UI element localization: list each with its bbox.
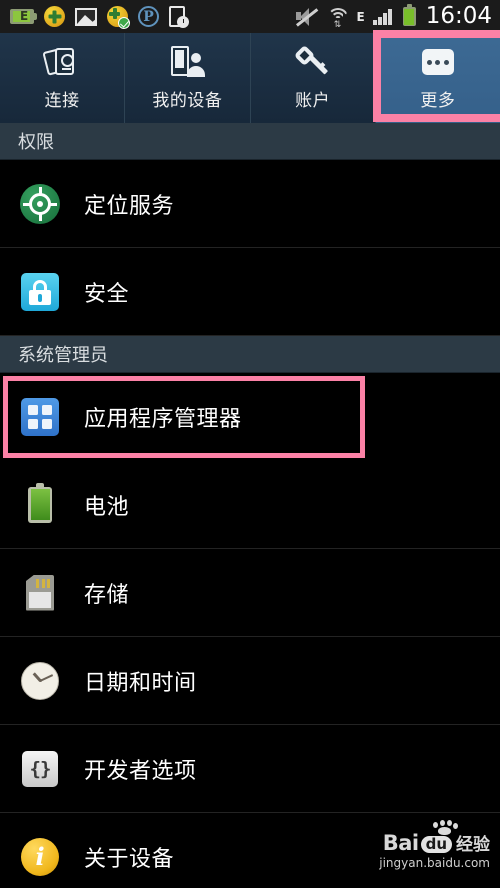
alarm-device-icon: [169, 6, 189, 28]
tab-connections[interactable]: 连接: [0, 33, 126, 123]
tab-connections-label: 连接: [44, 91, 80, 111]
my-device-icon: [169, 45, 206, 79]
list-item-battery[interactable]: 电池: [0, 461, 500, 549]
status-bar-system-icons: ⇅ E 16:04: [295, 3, 492, 29]
pinterest-icon: P: [138, 6, 159, 27]
power-saving-icon: E: [10, 9, 37, 24]
status-bar-notification-icons: E P: [10, 6, 189, 29]
list-item-date-and-time[interactable]: 日期和时间: [0, 637, 500, 725]
network-type-label: E: [356, 9, 365, 24]
battery-icon: [18, 482, 62, 527]
wifi-icon: ⇅: [327, 7, 349, 29]
location-services-icon: [18, 182, 62, 226]
connections-icon: [42, 45, 79, 79]
tab-accounts[interactable]: 账户: [250, 33, 376, 123]
tab-more[interactable]: 更多: [372, 30, 500, 123]
list-item-storage-label: 存储: [84, 582, 130, 608]
list-item-storage[interactable]: 存储: [0, 549, 500, 637]
list-item-about-device-label: 关于设备: [84, 846, 175, 872]
app-installed-icon: [107, 6, 130, 29]
tab-more-label: 更多: [420, 91, 456, 111]
developer-options-braces-icon: {}: [18, 747, 62, 791]
accounts-icon: [293, 44, 330, 79]
about-device-info-icon: i: [18, 835, 62, 879]
list-item-developer-options[interactable]: {} 开发者选项: [0, 725, 500, 813]
storage-sdcard-icon: [18, 571, 62, 615]
list-item-location-services-label: 定位服务: [84, 193, 175, 219]
battery-icon: [402, 4, 416, 26]
mute-icon: [295, 7, 319, 27]
list-item-security-label: 安全: [84, 281, 130, 307]
status-bar: E P ⇅ E 16:04: [0, 0, 500, 33]
tab-accounts-label: 账户: [295, 91, 331, 111]
list-item-location-services[interactable]: 定位服务: [0, 160, 500, 248]
date-time-clock-icon: [18, 659, 62, 703]
list-item-battery-label: 电池: [84, 494, 130, 520]
security-lock-icon: [18, 270, 62, 314]
list-item-application-manager-label: 应用程序管理器: [84, 407, 242, 432]
status-bar-clock: 16:04: [425, 3, 492, 29]
app-update-icon: [44, 6, 65, 27]
section-header-system-manager-label: 系统管理员: [18, 345, 108, 366]
section-header-permissions-label: 权限: [18, 132, 54, 153]
list-item-date-and-time-label: 日期和时间: [84, 670, 197, 696]
section-header-permissions: 权限: [0, 123, 500, 160]
list-item-security[interactable]: 安全: [0, 248, 500, 336]
section-header-system-manager: 系统管理员: [0, 336, 500, 373]
application-manager-icon: [18, 395, 62, 439]
list-item-developer-options-label: 开发者选项: [84, 758, 197, 784]
settings-tab-bar: 连接 我的设备 账户 更多: [0, 30, 500, 123]
android-settings-screen: E P ⇅ E 16:04 连接 我的设备 账户 更多 权限 定位服务 安全 系…: [0, 0, 500, 888]
list-item-about-device[interactable]: i 关于设备: [0, 813, 500, 888]
list-item-application-manager[interactable]: 应用程序管理器: [1, 374, 367, 460]
more-icon: [421, 45, 454, 79]
screenshot-captured-icon: [75, 7, 97, 26]
tab-my-device[interactable]: 我的设备: [125, 33, 251, 123]
tab-my-device-label: 我的设备: [152, 91, 223, 111]
signal-strength-icon: [372, 8, 395, 25]
